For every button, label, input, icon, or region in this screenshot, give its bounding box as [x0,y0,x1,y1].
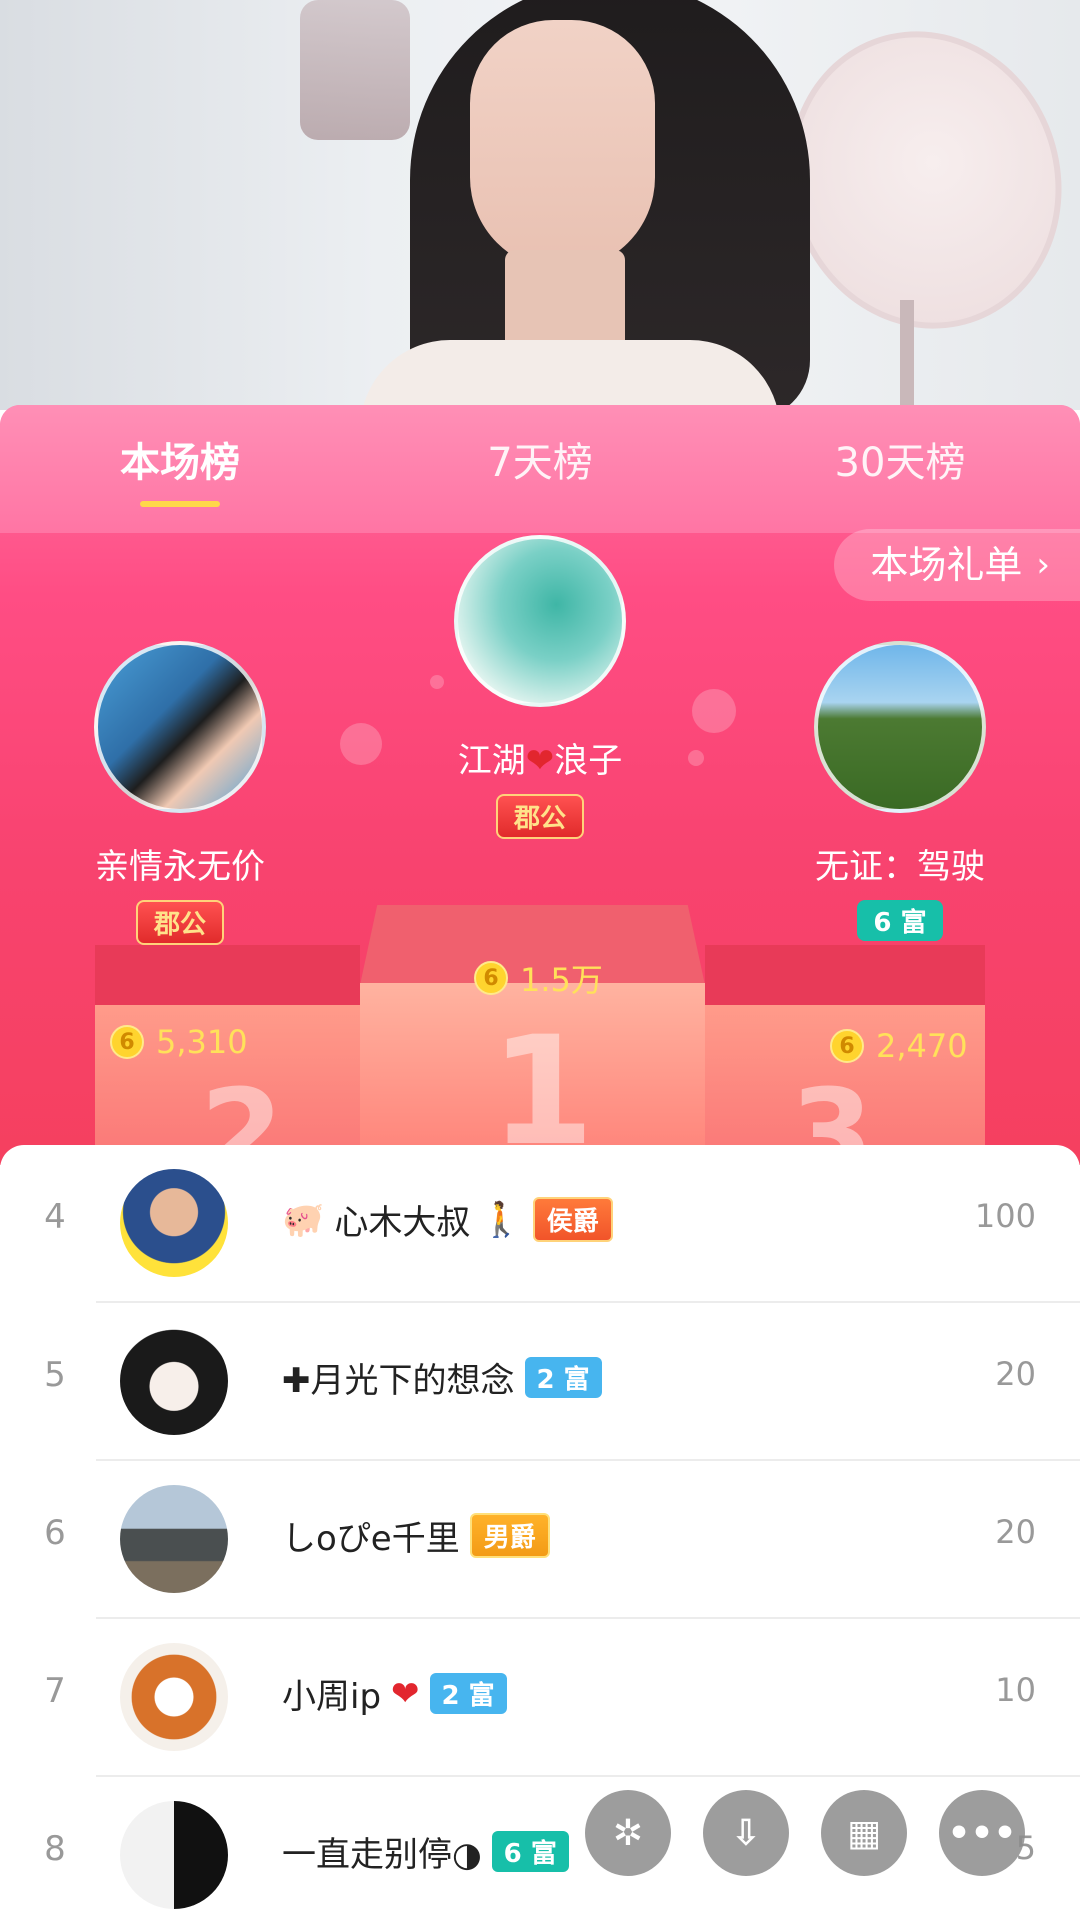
top-user-name: 江湖❤浪子 [457,741,623,781]
score: 10 [995,1671,1036,1709]
avatar[interactable] [120,1643,228,1751]
rank-number: 8 [44,1829,66,1869]
score: 20 [995,1355,1036,1393]
rank-number: 4 [44,1197,66,1237]
user-name: しoぴe千里 男爵 [282,1511,550,1560]
live-video-area [0,0,1080,410]
rank-badge: 郡公 [135,900,224,945]
avatar[interactable] [454,535,626,707]
bubble-decoration [688,750,704,766]
avatar[interactable] [120,1801,228,1909]
user-name: 一直走别停◑ 6 富 [282,1827,569,1876]
figure-icon: 🚶 [480,1199,523,1240]
bubble-decoration [340,723,382,765]
list-item[interactable]: 6 しoぴe千里 男爵 20 [0,1461,1080,1619]
avatar[interactable] [814,641,986,813]
podium-number-1: 1 [490,1005,595,1165]
top-user-second[interactable]: 亲情永无价 郡公 [40,641,320,945]
avatar[interactable] [120,1327,228,1435]
bubble-decoration [692,689,736,733]
top-user-name: 亲情永无价 [95,847,265,887]
avatar[interactable] [94,641,266,813]
pig-icon: 🐖 [282,1199,325,1240]
rank-badge: 2 富 [429,1673,507,1714]
more-icon[interactable]: ••• [939,1790,1025,1876]
chevron-right-icon: › [1036,545,1050,585]
tab-7-days[interactable]: 7天榜 [360,405,720,533]
score: 20 [995,1513,1036,1551]
heart-icon: ❤ [525,741,555,781]
rank-badge: 2 富 [524,1357,602,1398]
user-name: 小周ip ❤ 2 富 [282,1669,507,1718]
rank-number: 7 [44,1671,66,1711]
streamer-shirt [360,340,780,410]
user-name: 🐖 心木大叔 🚶 侯爵 [282,1195,613,1244]
user-name: ✚月光下的想念 2 富 [282,1353,602,1402]
avatar[interactable] [120,1169,228,1277]
rank-badge: 男爵 [469,1513,550,1558]
background-figure [300,0,410,140]
coin-icon: 6 [474,961,508,995]
top-user-second-amount: 6 5,310 [110,1023,248,1061]
list-item[interactable]: 4 🐖 心木大叔 🚶 侯爵 100 [0,1145,1080,1303]
gift-list-button[interactable]: 本场礼单 › [834,529,1080,601]
tab-label: 7天榜 [487,440,593,486]
ranking-list: 4 🐖 心木大叔 🚶 侯爵 100 5 ✚月光下的想念 2 富 20 6 しoぴ… [0,1145,1080,1920]
top-user-third[interactable]: 无证：驾驶 6 富 [760,641,1040,941]
list-item[interactable]: 5 ✚月光下的想念 2 富 20 [0,1303,1080,1461]
gift-list-label: 本场礼单 [870,543,1023,587]
rank-number: 5 [44,1355,66,1395]
grid-icon[interactable]: ▦ [821,1790,907,1876]
tab-30-days[interactable]: 30天榜 [720,405,1080,533]
heart-icon: ❤ [391,1673,420,1714]
coin-icon: 6 [830,1029,864,1063]
top-user-first[interactable]: 江湖❤浪子 郡公 [390,535,690,839]
download-icon[interactable]: ⇩ [703,1790,789,1876]
podium-2-top [95,945,360,1005]
tab-active-indicator [140,501,220,507]
streamer-face [470,20,655,270]
tab-this-session[interactable]: 本场榜 [0,405,360,533]
share-icon[interactable]: ✲ [585,1790,671,1876]
tab-label: 30天榜 [834,440,966,486]
tab-label: 本场榜 [120,440,240,486]
rank-badge: 6 富 [857,900,943,941]
top-user-name: 无证：驾驶 [815,847,985,887]
top-user-third-amount: 6 2,470 [830,1027,968,1065]
rank-badge: 郡公 [495,794,584,839]
rank-badge: 侯爵 [532,1197,613,1242]
avatar[interactable] [120,1485,228,1593]
ranking-panel: 本场榜 7天榜 30天榜 本场礼单 › 1 2 3 江湖❤浪子 郡公 6 1.5… [0,405,1080,1165]
rank-badge: 6 富 [491,1831,569,1872]
top-user-first-amount: 6 1.5万 [474,955,603,1001]
podium-3-top [705,945,985,1005]
lamp-pole [900,300,914,410]
list-item[interactable]: 8 一直走别停◑ 6 富 5 [0,1777,1080,1920]
coin-icon: 6 [110,1025,144,1059]
rank-number: 6 [44,1513,66,1553]
ranking-tabs: 本场榜 7天榜 30天榜 [0,405,1080,533]
list-item[interactable]: 7 小周ip ❤ 2 富 10 [0,1619,1080,1777]
score: 100 [974,1197,1036,1235]
